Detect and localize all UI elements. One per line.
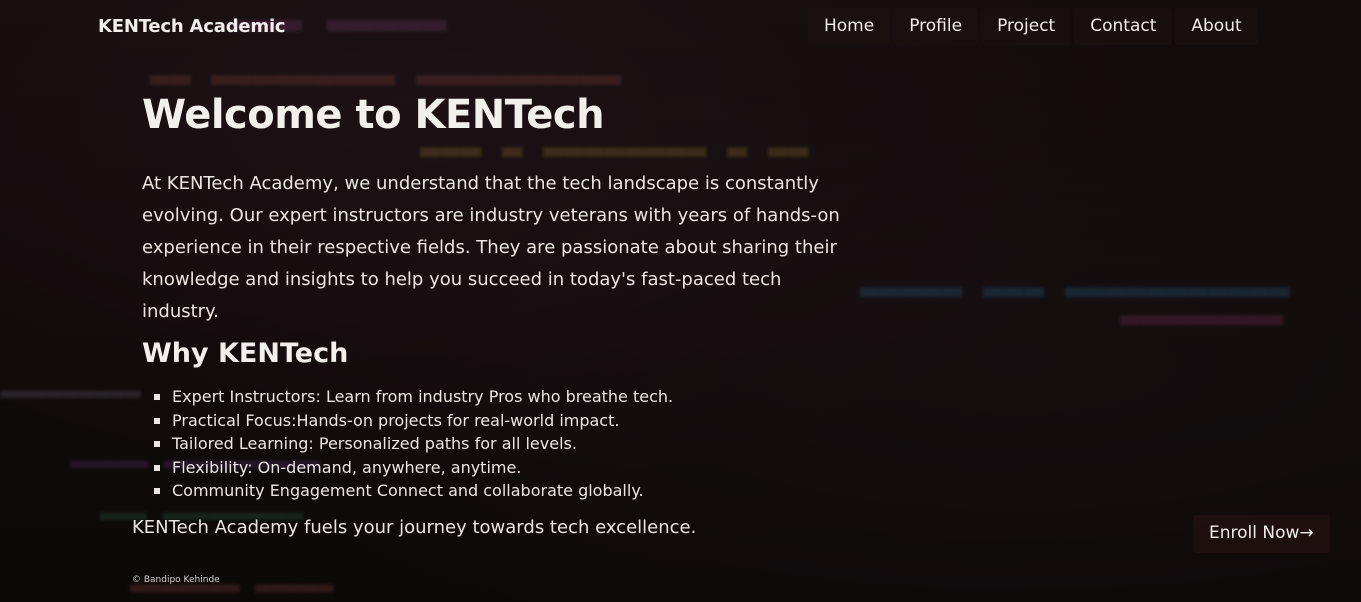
- nav-link-contact[interactable]: Contact: [1074, 8, 1173, 45]
- list-item: Expert Instructors: Learn from industry …: [152, 385, 673, 409]
- main-nav: Home Profile Project Contact About: [808, 8, 1261, 45]
- list-item: Community Engagement Connect and collabo…: [152, 479, 673, 503]
- brand-logo-text[interactable]: KENTech Academic: [98, 16, 286, 37]
- page: ▬▬▬ ▬▬▬▬▬ ▬▬ ▬▬▬▬▬▬▬▬▬ ▬▬▬▬▬▬▬▬▬▬ ▬▬▬ ▬ …: [0, 0, 1361, 602]
- bullet-icon: [154, 417, 160, 424]
- tagline: KENTech Academy fuels your journey towar…: [132, 517, 697, 538]
- why-list: Expert Instructors: Learn from industry …: [152, 385, 673, 503]
- bullet-icon: [154, 394, 160, 400]
- bullet-icon: [154, 441, 160, 447]
- footer-credit: © Bandipo Kehinde: [132, 575, 220, 585]
- hero-title: Welcome to KENTech: [142, 92, 605, 138]
- list-item: Tailored Learning: Personalized paths fo…: [152, 432, 673, 456]
- list-item: Flexibility: On-demand, anywhere, anytim…: [152, 456, 673, 480]
- bullet-icon: [154, 488, 160, 494]
- list-item-text: Tailored Learning: Personalized paths fo…: [172, 434, 577, 453]
- nav-link-about[interactable]: About: [1175, 8, 1258, 45]
- list-item: Practical Focus:Hands-on projects for re…: [152, 409, 673, 433]
- nav-link-project[interactable]: Project: [981, 8, 1072, 45]
- intro-paragraph: At KENTech Academy, we understand that t…: [142, 173, 840, 322]
- bullet-icon: [154, 464, 160, 471]
- nav-link-profile[interactable]: Profile: [893, 8, 979, 45]
- list-item-text: Flexibility: On-demand, anywhere, anytim…: [172, 457, 522, 477]
- enroll-now-button[interactable]: Enroll Now→: [1193, 515, 1330, 553]
- list-item-text: Community Engagement Connect and collabo…: [172, 481, 644, 500]
- nav-link-home[interactable]: Home: [808, 8, 891, 45]
- why-section-title: Why KENTech: [142, 338, 349, 369]
- list-item-text: Practical Focus:Hands-on projects for re…: [172, 410, 620, 430]
- list-item-text: Expert Instructors: Learn from industry …: [172, 387, 674, 406]
